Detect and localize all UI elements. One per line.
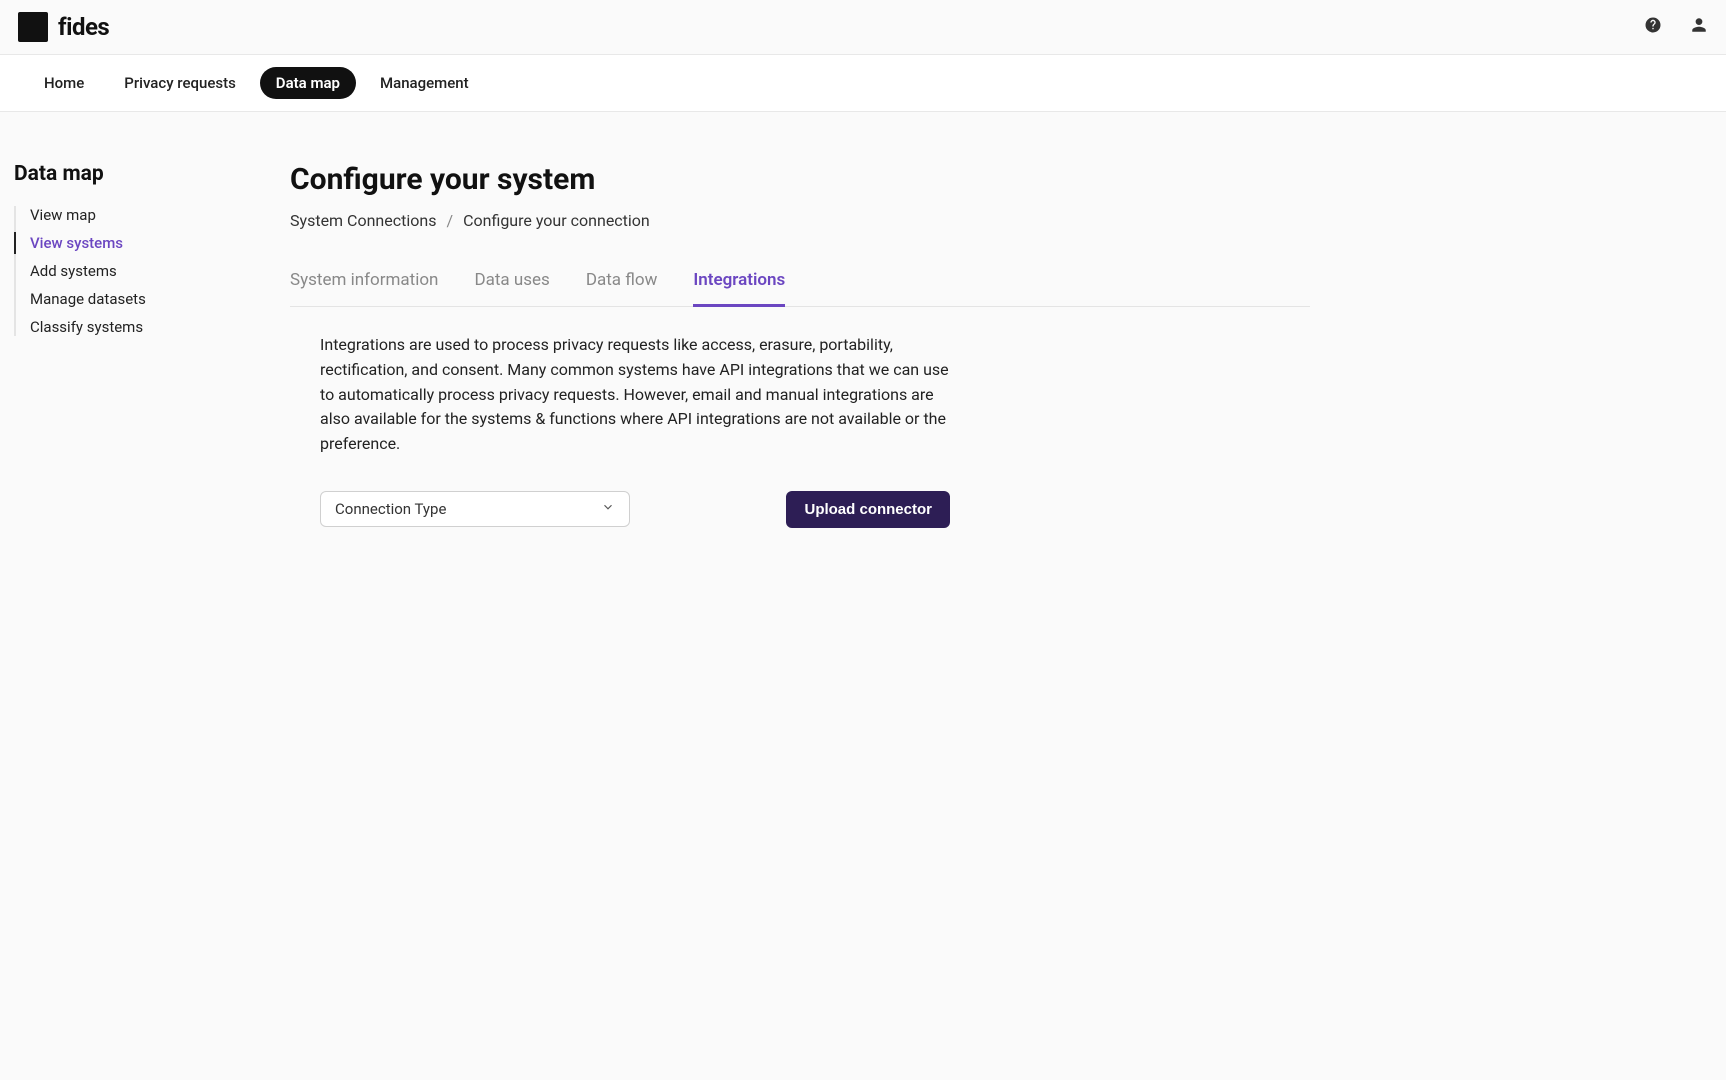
tab-data-flow[interactable]: Data flow: [586, 270, 658, 307]
logo-mark: [18, 12, 48, 42]
connection-type-select-label: Connection Type: [335, 500, 446, 518]
connection-type-select[interactable]: Connection Type: [320, 491, 630, 527]
upload-connector-button[interactable]: Upload connector: [786, 491, 950, 528]
breadcrumb-item-2: Configure your connection: [463, 211, 650, 230]
nav-tab-data-map[interactable]: Data map: [260, 67, 356, 99]
sidebar-item-view-systems[interactable]: View systems: [30, 234, 236, 252]
logo[interactable]: fides: [18, 12, 109, 42]
sidebar: Data map View map View systems Add syste…: [0, 112, 250, 548]
content-tabs: System information Data uses Data flow I…: [290, 270, 1310, 307]
breadcrumb-separator: /: [446, 211, 453, 230]
chevron-down-icon: [601, 500, 615, 518]
logo-text: fides: [58, 13, 109, 41]
sidebar-item-add-systems[interactable]: Add systems: [30, 262, 236, 280]
nav-tab-management[interactable]: Management: [364, 67, 485, 99]
header-actions: [1644, 16, 1708, 38]
nav-tab-home[interactable]: Home: [28, 67, 100, 99]
main-content: Configure your system System Connections…: [250, 112, 1350, 548]
page-title: Configure your system: [290, 162, 1310, 197]
primary-nav: Home Privacy requests Data map Managemen…: [0, 55, 1726, 112]
sidebar-title: Data map: [14, 162, 236, 186]
integrations-controls: Connection Type Upload connector: [290, 491, 950, 528]
user-icon[interactable]: [1690, 16, 1708, 38]
tab-data-uses[interactable]: Data uses: [474, 270, 549, 307]
app-header: fides: [0, 0, 1726, 55]
help-icon[interactable]: [1644, 16, 1662, 38]
integrations-description: Integrations are used to process privacy…: [290, 333, 950, 457]
sidebar-list: View map View systems Add systems Manage…: [14, 206, 236, 336]
tab-integrations[interactable]: Integrations: [693, 270, 785, 307]
breadcrumb-item-1[interactable]: System Connections: [290, 211, 436, 230]
breadcrumb: System Connections / Configure your conn…: [290, 211, 1310, 230]
tab-system-information[interactable]: System information: [290, 270, 438, 307]
sidebar-item-classify-systems[interactable]: Classify systems: [30, 318, 236, 336]
nav-tab-privacy-requests[interactable]: Privacy requests: [108, 67, 252, 99]
sidebar-item-view-map[interactable]: View map: [30, 206, 236, 224]
sidebar-item-manage-datasets[interactable]: Manage datasets: [30, 290, 236, 308]
